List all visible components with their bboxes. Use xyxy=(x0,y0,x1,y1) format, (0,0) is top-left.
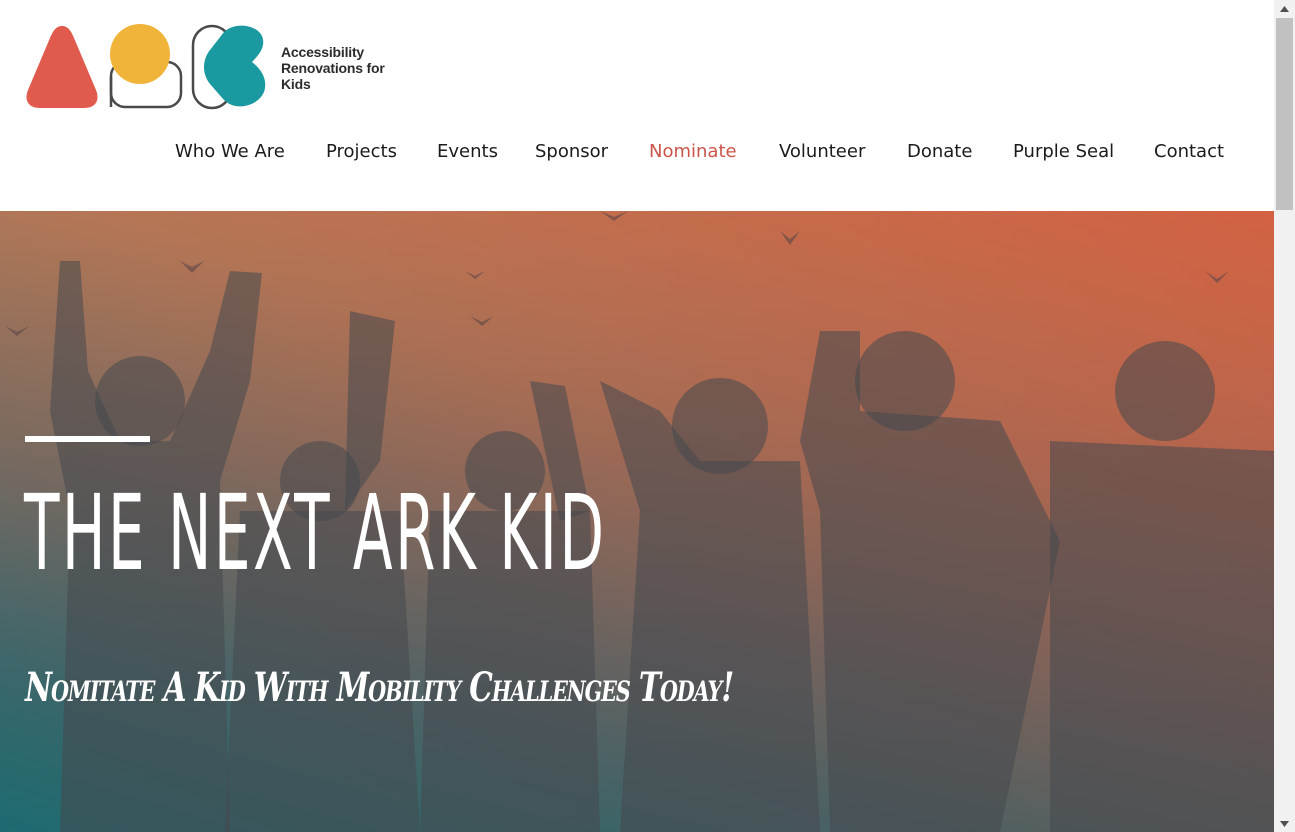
nav-item-contact[interactable]: Contact xyxy=(1154,141,1224,162)
ark-logo[interactable]: Accessibility Renovations for Kids xyxy=(24,22,404,112)
nav-item-purple-seal[interactable]: Purple Seal xyxy=(1013,141,1114,162)
scrollbar-thumb[interactable] xyxy=(1276,18,1293,210)
nav-item-sponsor[interactable]: Sponsor xyxy=(535,141,608,162)
hero-banner: THE NEXT ARK KID Nomitate A Kid With Mob… xyxy=(0,211,1274,832)
brand-name-line-1: Accessibility xyxy=(281,44,364,60)
brand-name-line-2: Renovations for xyxy=(281,60,385,76)
page-scrollbar[interactable] xyxy=(1274,0,1295,832)
site-header: Accessibility Renovations for Kids Who W… xyxy=(0,0,1274,211)
brand-name: Accessibility Renovations for Kids xyxy=(281,44,411,92)
nav-item-who-we-are[interactable]: Who We Are xyxy=(175,141,285,162)
ark-logo-mark-icon xyxy=(26,24,266,110)
hero-subtitle: Nomitate A Kid With Mobility Challenges … xyxy=(25,664,734,711)
nav-item-donate[interactable]: Donate xyxy=(907,141,972,162)
scroll-up-arrow-icon[interactable] xyxy=(1274,0,1295,17)
nav-item-events[interactable]: Events xyxy=(437,141,498,162)
nav-item-projects[interactable]: Projects xyxy=(326,141,397,162)
hero-divider xyxy=(25,436,150,442)
brand-name-line-3: Kids xyxy=(281,76,311,92)
nav-item-volunteer[interactable]: Volunteer xyxy=(779,141,865,162)
scroll-down-arrow-icon[interactable] xyxy=(1274,815,1295,832)
nav-item-nominate[interactable]: Nominate xyxy=(649,141,737,162)
hero-title: THE NEXT ARK KID xyxy=(24,472,607,594)
